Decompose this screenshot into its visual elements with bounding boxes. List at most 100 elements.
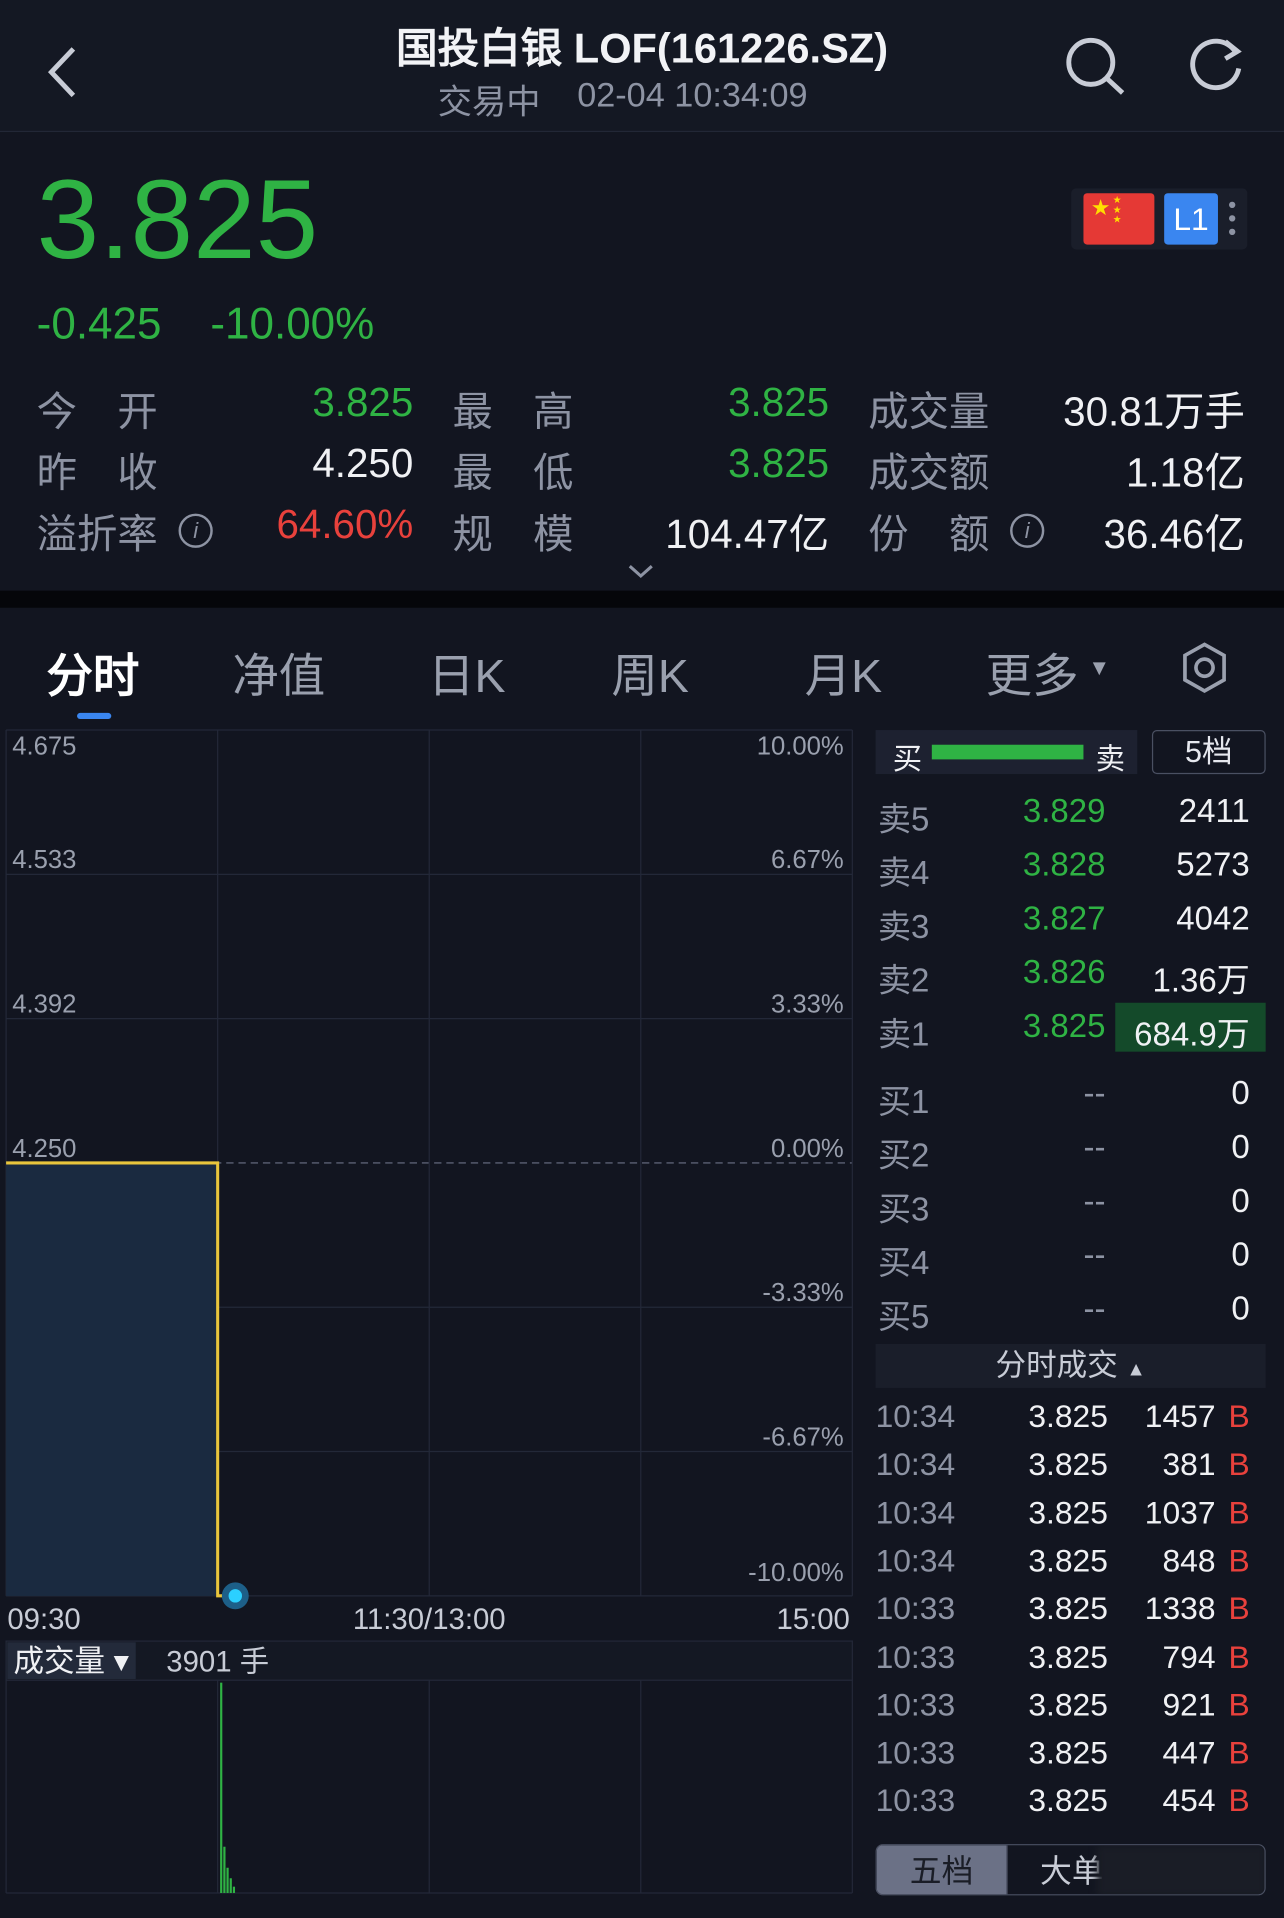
- order-book-row[interactable]: 买5 -- 0: [876, 1285, 1267, 1335]
- level-label: 买5: [878, 1298, 930, 1336]
- current-point: [228, 1589, 243, 1603]
- stat-label: 溢折率: [36, 511, 158, 557]
- level-volume: 0: [1231, 1128, 1250, 1166]
- trade-side: B: [1228, 1493, 1250, 1531]
- trade-side: B: [1228, 1541, 1250, 1579]
- level-price: 3.828: [1022, 846, 1106, 883]
- y-tick-right: -3.33%: [762, 1279, 843, 1307]
- trade-price: 3.825: [1028, 1445, 1108, 1483]
- trade-time: 10:33: [875, 1686, 956, 1723]
- section-divider: [0, 590, 1284, 608]
- trade-time: 10:34: [875, 1541, 956, 1579]
- market-badges[interactable]: ★ ★ ★ ★ L1 ● ● ●: [1071, 188, 1248, 250]
- volume-bar: [229, 1878, 232, 1893]
- level-label: 卖1: [878, 1016, 930, 1053]
- order-book-row[interactable]: 买3 -- 0: [876, 1178, 1267, 1228]
- settings-icon[interactable]: [1179, 641, 1230, 695]
- intraday-chart[interactable]: 4.6754.5334.3924.2504.1083.9673.82510.00…: [0, 721, 856, 1907]
- depth-selector[interactable]: 5档: [1151, 730, 1266, 775]
- order-book-row[interactable]: 买2 -- 0: [876, 1124, 1267, 1174]
- top-bar: 国投白银 LOF(161226.SZ) 交易中 02-04 10:34:09: [0, 0, 1284, 133]
- price-change-pct: -10.00%: [210, 298, 375, 349]
- trade-time: 10:34: [875, 1493, 956, 1531]
- stat-value: 104.47亿: [665, 511, 830, 557]
- info-icon[interactable]: i: [1010, 513, 1045, 548]
- y-tick-left: 4.533: [12, 846, 76, 874]
- level-label: 买1: [878, 1083, 930, 1121]
- info-icon[interactable]: i: [178, 513, 213, 548]
- y-tick-right: 3.33%: [771, 991, 844, 1019]
- trade-price: 3.825: [1028, 1589, 1108, 1627]
- stat-label: 昨 收: [36, 450, 158, 496]
- china-flag-icon: ★ ★ ★ ★: [1083, 193, 1155, 245]
- trade-price: 3.825: [1028, 1638, 1108, 1675]
- search-icon[interactable]: [1061, 34, 1129, 98]
- tab-1[interactable]: 净值: [232, 638, 325, 705]
- y-tick-right: 0.00%: [771, 1135, 844, 1163]
- price-area: [6, 1162, 218, 1596]
- tab-4[interactable]: 月K: [805, 638, 882, 705]
- timestamp: 02-04 10:34:09: [577, 75, 808, 114]
- level-volume: 4042: [1176, 900, 1250, 937]
- sell-label: 卖: [1095, 743, 1126, 777]
- trade-price: 3.825: [1028, 1397, 1108, 1435]
- y-tick-right: 6.67%: [771, 846, 844, 874]
- volume-bar: [226, 1867, 229, 1893]
- level-volume: 0: [1231, 1182, 1250, 1220]
- tab-2[interactable]: 日K: [428, 638, 505, 705]
- level-label: 卖2: [878, 962, 930, 1000]
- stat-value: 1.18亿: [1125, 450, 1245, 496]
- order-book-row[interactable]: 买4 -- 0: [876, 1231, 1267, 1281]
- trade-price: 3.825: [1028, 1782, 1108, 1819]
- y-tick-left: 4.392: [12, 991, 76, 1019]
- y-tick-right: -10.00%: [748, 1559, 844, 1587]
- order-book-row[interactable]: 卖1 3.825 684.9万: [876, 1002, 1267, 1053]
- tab-3[interactable]: 周K: [611, 638, 688, 705]
- y-tick-right: 10.00%: [757, 733, 844, 761]
- order-book-row[interactable]: 买1 -- 0: [876, 1070, 1267, 1120]
- x-tick: 15:00: [776, 1603, 849, 1636]
- trade-volume: 454: [1162, 1782, 1216, 1819]
- trade-time: 10:33: [875, 1782, 956, 1819]
- buy-label: 买: [892, 743, 923, 777]
- stat-value: 3.825: [312, 379, 414, 425]
- order-book-row[interactable]: 卖4 3.828 5273: [876, 841, 1267, 891]
- trades-header[interactable]: 分时成交 ▲: [875, 1343, 1266, 1388]
- level-volume: 0: [1231, 1074, 1250, 1112]
- tab-five-levels[interactable]: 五档: [876, 1845, 1007, 1895]
- stat-label: 规 模: [452, 511, 574, 557]
- level-volume: 0: [1231, 1290, 1250, 1327]
- buy-sell-ratio: 买 卖: [875, 730, 1138, 777]
- x-tick: 09:30: [7, 1603, 80, 1636]
- trade-side: B: [1228, 1686, 1250, 1723]
- tab-0[interactable]: 分时: [46, 638, 139, 705]
- price-change: -0.425: [36, 298, 162, 349]
- tab-5[interactable]: 更多: [986, 638, 1079, 705]
- trade-side: B: [1228, 1397, 1250, 1435]
- ratio-bar: [931, 744, 1084, 760]
- dropdown-icon: ▼: [1088, 655, 1111, 680]
- trade-time: 10:33: [875, 1589, 956, 1627]
- order-book-row[interactable]: 卖2 3.826 1.36万: [876, 949, 1267, 999]
- trade-volume: 447: [1162, 1734, 1216, 1771]
- level-volume: 5273: [1176, 846, 1250, 883]
- trade-side: B: [1228, 1638, 1250, 1675]
- trade-time: 10:34: [875, 1397, 956, 1435]
- level-price: 3.826: [1022, 953, 1106, 991]
- order-book-row[interactable]: 卖5 3.829 2411: [876, 788, 1267, 837]
- trade-volume: 1037: [1144, 1493, 1216, 1531]
- stat-label: 成交量: [868, 388, 990, 435]
- refresh-icon[interactable]: [1184, 34, 1248, 98]
- y-tick-right: -6.67%: [762, 1423, 843, 1451]
- expand-chevron-icon[interactable]: [627, 563, 654, 580]
- more-icon[interactable]: ● ● ●: [1228, 197, 1237, 239]
- trading-status: 交易中: [437, 83, 541, 122]
- stat-value: 36.46亿: [1103, 511, 1245, 557]
- order-book-row[interactable]: 卖3 3.827 4042: [876, 895, 1267, 945]
- level-price: 3.829: [1022, 792, 1106, 830]
- volume-bar: [223, 1846, 226, 1893]
- volume-bar: [232, 1886, 236, 1893]
- trade-time: 10:33: [875, 1638, 956, 1675]
- level-price: --: [1083, 1074, 1106, 1112]
- level-label: 卖3: [878, 908, 930, 946]
